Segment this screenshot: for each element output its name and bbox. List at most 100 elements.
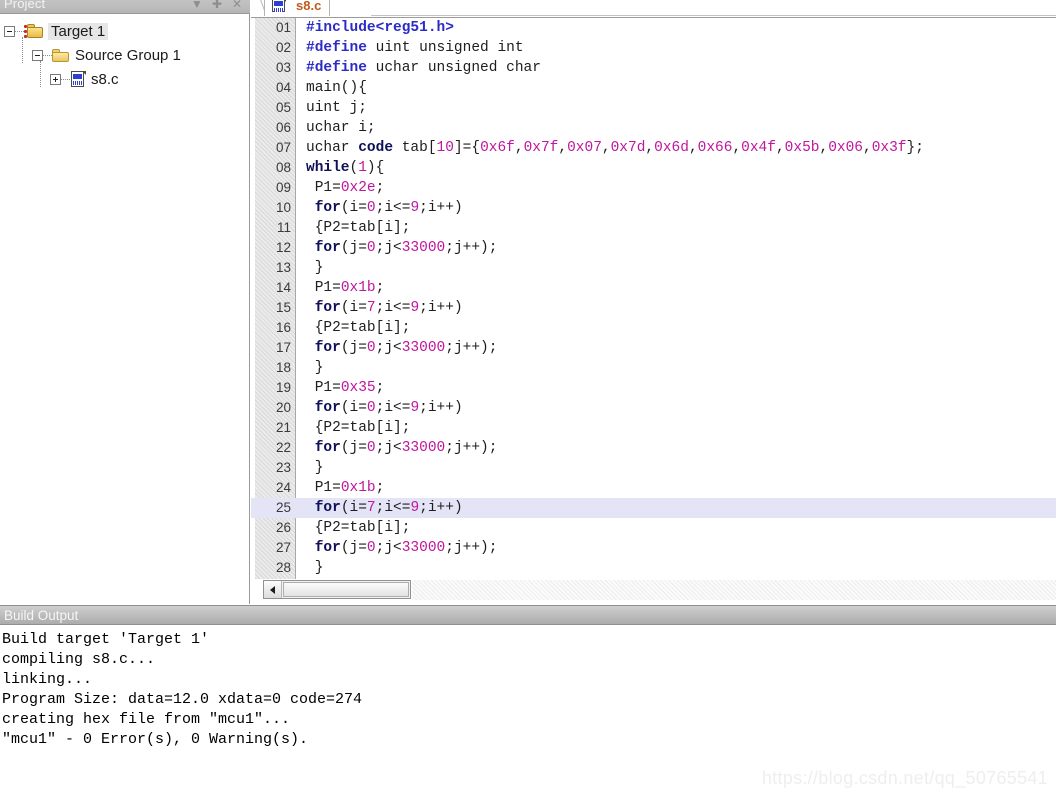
code-text: P1=0x35; (306, 378, 385, 398)
code-line[interactable]: 16 {P2=tab[i]; (251, 318, 1056, 338)
code-token: (i= (340, 500, 367, 516)
code-line[interactable]: 07 uchar code tab[10]={0x6f,0x7f,0x07,0x7… (251, 138, 1056, 158)
code-line[interactable]: 21 {P2=tab[i]; (251, 418, 1056, 438)
code-token: 9 (410, 200, 420, 216)
tab-s8-c[interactable]: s8.c (264, 0, 331, 16)
code-line[interactable]: 03 #define uchar unsigned char (251, 58, 1056, 78)
code-token: , (645, 140, 655, 156)
line-number: 18 (275, 360, 291, 375)
code-line[interactable]: 08 while(1){ (251, 158, 1056, 178)
code-text: } (306, 458, 324, 478)
code-token: 0x66 (697, 140, 733, 156)
code-text: } (306, 258, 324, 278)
code-token: ; (375, 280, 385, 296)
code-line[interactable]: 26 {P2=tab[i]; (251, 518, 1056, 538)
code-token: tab[ (393, 140, 437, 156)
code-line[interactable]: 14 P1=0x1b; (251, 278, 1056, 298)
code-token: for (314, 500, 341, 516)
code-token: for (314, 440, 341, 456)
code-token: , (863, 140, 872, 156)
code-token: {P2=tab[i]; (306, 320, 411, 336)
code-token: ;i++) (419, 300, 463, 316)
project-panel-title: Project (4, 0, 46, 11)
tabstrip-filler (371, 0, 1056, 16)
close-icon[interactable]: ✕ (230, 0, 244, 11)
code-token: ; (375, 480, 385, 496)
code-line[interactable]: 24 P1=0x1b; (251, 478, 1056, 498)
code-token: for (314, 240, 341, 256)
code-token: ;i<= (375, 300, 411, 316)
code-line[interactable]: 23 } (251, 458, 1056, 478)
tree-item-s8-c[interactable]: s8.c (0, 67, 249, 91)
code-token: , (732, 140, 742, 156)
code-token: uint unsigned int (366, 40, 524, 56)
code-token: 0 (366, 440, 376, 456)
code-line[interactable]: 02 #define uint unsigned int (251, 38, 1056, 58)
line-number: 01 (275, 20, 291, 35)
c-file-icon (271, 0, 286, 13)
code-lines-container: 01 #include<reg51.h> 02 #define uint unsign… (251, 18, 1056, 578)
code-token: 0x2e (340, 180, 376, 196)
line-number: 26 (275, 520, 291, 535)
code-token: P1= (306, 180, 341, 196)
scrollbar-thumb[interactable] (283, 582, 409, 597)
code-line[interactable]: 12 for(j=0;j<33000;j++); (251, 238, 1056, 258)
code-token: uint j; (306, 100, 367, 116)
tree-item-target-1[interactable]: Target 1 (0, 19, 249, 43)
code-token: (j= (340, 340, 367, 356)
pin-icon[interactable]: ✚ (210, 0, 224, 11)
line-number: 28 (275, 560, 291, 575)
chevron-down-icon[interactable]: ▼ (190, 0, 204, 11)
code-line[interactable]: 28 } (251, 558, 1056, 578)
expander-minus-icon[interactable] (4, 25, 15, 37)
code-token: for (314, 200, 341, 216)
project-panel-header: Project ▼ ✚ ✕ (0, 0, 250, 14)
code-line[interactable]: 20 for(i=0;i<=9;i++) (251, 398, 1056, 418)
code-token: ;j< (375, 340, 402, 356)
code-line[interactable]: 05 uint j; (251, 98, 1056, 118)
code-line[interactable]: 22 for(j=0;j<33000;j++); (251, 438, 1056, 458)
code-line[interactable]: 27 for(j=0;j<33000;j++); (251, 538, 1056, 558)
horizontal-scrollbar[interactable] (263, 580, 411, 599)
code-line[interactable]: 15 for(i=7;i<=9;i++) (251, 298, 1056, 318)
line-number: 27 (275, 540, 291, 555)
tree-item-source-group-1[interactable]: Source Group 1 (0, 43, 249, 67)
code-text: #define uchar unsigned char (306, 58, 541, 78)
tree-dotline (15, 30, 24, 32)
code-line[interactable]: 01 #include<reg51.h> (251, 18, 1056, 38)
code-text: for(j=0;j<33000;j++); (306, 238, 498, 258)
code-token: 33000 (401, 340, 446, 356)
code-line[interactable]: 09 P1=0x2e; (251, 178, 1056, 198)
code-line[interactable]: 10 for(i=0;i<=9;i++) (251, 198, 1056, 218)
code-token: {P2=tab[i]; (306, 520, 411, 536)
code-line[interactable]: 25 for(i=7;i<=9;i++) (251, 498, 1056, 518)
code-text: {P2=tab[i]; (306, 418, 411, 438)
code-line[interactable]: 19 P1=0x35; (251, 378, 1056, 398)
code-text: uchar code tab[10]={0x6f,0x7f,0x07,0x7d,… (306, 138, 924, 158)
code-line[interactable]: 04 main(){ (251, 78, 1056, 98)
code-token: ;j++); (445, 240, 498, 256)
code-token: 0 (366, 200, 376, 216)
horizontal-scroll-row (251, 579, 1056, 604)
code-line[interactable]: 11 {P2=tab[i]; (251, 218, 1056, 238)
line-number: 08 (275, 160, 291, 175)
code-line[interactable]: 06 uchar i; (251, 118, 1056, 138)
code-token: {P2=tab[i]; (306, 420, 411, 436)
code-token: 0x6f (480, 140, 515, 156)
code-token: P1= (306, 280, 341, 296)
line-number: 03 (275, 60, 291, 75)
code-token: 0x35 (340, 380, 376, 396)
editor-tabstrip: s8.c (251, 0, 1056, 16)
code-line[interactable]: 17 for(j=0;j<33000;j++); (251, 338, 1056, 358)
code-token: , (775, 140, 785, 156)
code-token: , (601, 140, 611, 156)
code-token: #include<reg51.h> (306, 20, 454, 36)
scroll-left-arrow-icon[interactable] (264, 581, 282, 598)
code-editor[interactable]: 01 #include<reg51.h> 02 #define uint unsign… (251, 17, 1056, 579)
code-line[interactable]: 18 } (251, 358, 1056, 378)
code-line[interactable]: 13 } (251, 258, 1056, 278)
expander-plus-icon[interactable] (50, 73, 61, 85)
expander-minus-icon[interactable] (32, 49, 43, 61)
